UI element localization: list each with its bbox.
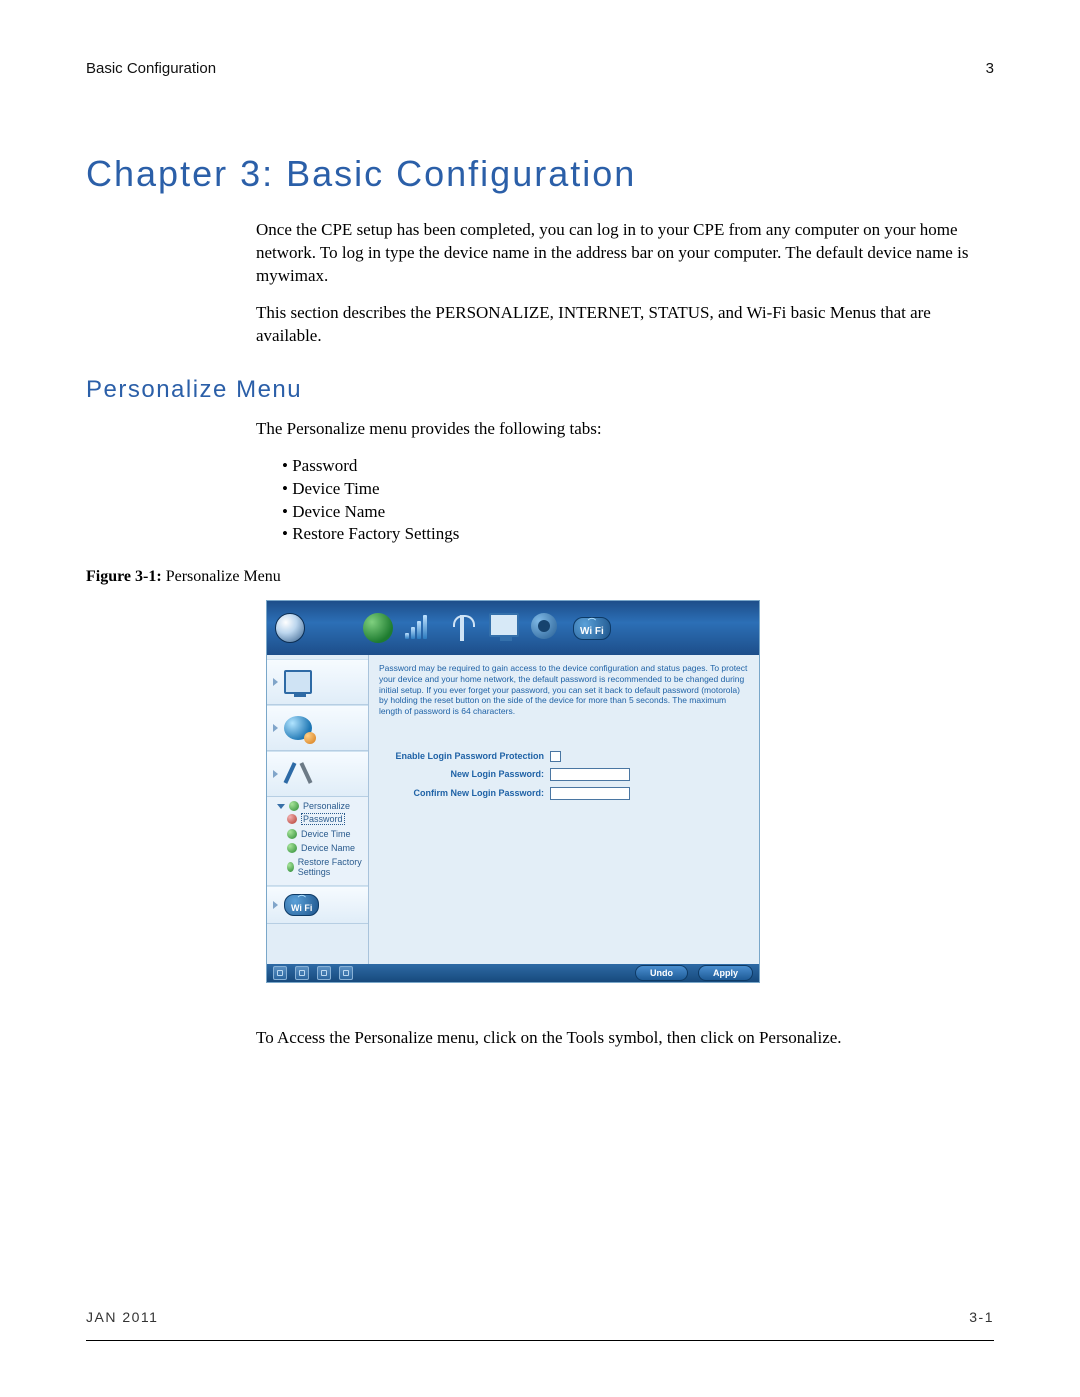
globe-gear-icon	[284, 716, 312, 740]
nav-personalize-group: Personalize Password Device Time De	[267, 797, 368, 886]
topbar-icons: ⌒ Wi Fi	[363, 613, 611, 643]
nav-item-restore-factory[interactable]: Restore Factory Settings	[277, 855, 364, 879]
nav-wifi[interactable]: ⌒ Wi Fi	[267, 886, 368, 924]
confirm-password-label: Confirm New Login Password:	[379, 788, 544, 798]
tab-item: Restore Factory Settings	[282, 523, 994, 546]
ui-bottom-bar: Undo Apply	[267, 964, 759, 982]
running-header-left: Basic Configuration	[86, 60, 216, 77]
enable-password-row: Enable Login Password Protection	[379, 751, 749, 762]
footer-page: 3-1	[969, 1309, 994, 1325]
figure-caption-text: Personalize Menu	[162, 568, 281, 585]
wifi-icon[interactable]: ⌒ Wi Fi	[573, 617, 611, 640]
ui-topbar: ⌒ Wi Fi	[267, 601, 759, 655]
footer-rule	[86, 1340, 994, 1341]
tabs-list: Password Device Time Device Name Restore…	[282, 455, 994, 547]
enable-password-label: Enable Login Password Protection	[379, 751, 544, 761]
globe-icon[interactable]	[363, 613, 393, 643]
dot-icon	[287, 829, 297, 839]
expand-icon[interactable]	[273, 966, 287, 980]
refresh-pin-icon[interactable]	[339, 966, 353, 980]
motorola-logo-icon	[275, 613, 305, 643]
running-header-right: 3	[986, 60, 994, 77]
dot-icon	[287, 862, 294, 872]
wifi-label: Wi Fi	[580, 626, 604, 637]
confirm-password-row: Confirm New Login Password:	[379, 787, 749, 800]
nav-item-device-name[interactable]: Device Name	[277, 841, 364, 855]
monitor-icon	[284, 670, 312, 694]
password-help-text: Password may be required to gain access …	[379, 663, 749, 716]
figure-caption: Figure 3-1: Personalize Menu	[86, 568, 994, 586]
nav-item-label: Password	[301, 813, 345, 825]
nav-item-label: Device Name	[301, 843, 355, 853]
dot-icon	[287, 814, 297, 824]
nav-internet[interactable]	[267, 705, 368, 751]
tabs-intro: The Personalize menu provides the follow…	[256, 418, 992, 441]
tool-icon[interactable]	[295, 966, 309, 980]
nav-item-password[interactable]: Password	[277, 811, 364, 827]
chevron-down-icon	[277, 804, 285, 809]
intro-paragraph-1: Once the CPE setup has been completed, y…	[256, 219, 992, 288]
nav-item-device-time[interactable]: Device Time	[277, 827, 364, 841]
footer-date: JAN 2011	[86, 1309, 158, 1325]
nav-personalize-label: Personalize	[303, 801, 350, 811]
antenna-icon[interactable]	[447, 613, 477, 643]
tab-item: Password	[282, 455, 994, 478]
refresh-icon[interactable]	[317, 966, 331, 980]
chevron-right-icon	[273, 678, 278, 686]
monitor-icon[interactable]	[489, 613, 519, 643]
nav-item-label: Restore Factory Settings	[298, 857, 364, 877]
intro-paragraph-2: This section describes the PERSONALIZE, …	[256, 302, 992, 348]
after-figure-text: To Access the Personalize menu, click on…	[256, 1027, 992, 1050]
ui-left-nav: Personalize Password Device Time De	[267, 655, 369, 963]
ui-main-panel: Password may be required to gain access …	[369, 655, 759, 963]
apply-button[interactable]: Apply	[698, 965, 753, 981]
chevron-right-icon	[273, 901, 278, 909]
new-password-label: New Login Password:	[379, 769, 544, 779]
figure-personalize-menu: ⌒ Wi Fi	[266, 600, 760, 982]
nav-personalize[interactable]: Personalize	[277, 801, 364, 811]
confirm-password-input[interactable]	[550, 787, 630, 800]
nav-item-label: Device Time	[301, 829, 351, 839]
globe-dot-icon	[289, 801, 299, 811]
tab-item: Device Name	[282, 501, 994, 524]
wifi-icon: ⌒ Wi Fi	[284, 894, 319, 916]
chevron-right-icon	[273, 724, 278, 732]
figure-caption-bold: Figure 3-1:	[86, 568, 162, 585]
dot-icon	[287, 843, 297, 853]
gear-icon[interactable]	[531, 613, 561, 643]
new-password-input[interactable]	[550, 768, 630, 781]
chapter-title: Chapter 3: Basic Configuration	[86, 153, 994, 195]
tools-icon	[284, 762, 312, 786]
nav-tools[interactable]	[267, 751, 368, 797]
nav-status[interactable]	[267, 659, 368, 705]
section-title-personalize: Personalize Menu	[86, 376, 994, 404]
bottom-bar-tools	[273, 966, 353, 980]
bottom-bar-buttons: Undo Apply	[635, 965, 753, 981]
tab-item: Device Time	[282, 478, 994, 501]
signal-bars-icon[interactable]	[405, 613, 435, 643]
new-password-row: New Login Password:	[379, 768, 749, 781]
chevron-right-icon	[273, 770, 278, 778]
undo-button[interactable]: Undo	[635, 965, 688, 981]
enable-password-checkbox[interactable]	[550, 751, 561, 762]
nav-wifi-label: Wi Fi	[291, 903, 312, 913]
